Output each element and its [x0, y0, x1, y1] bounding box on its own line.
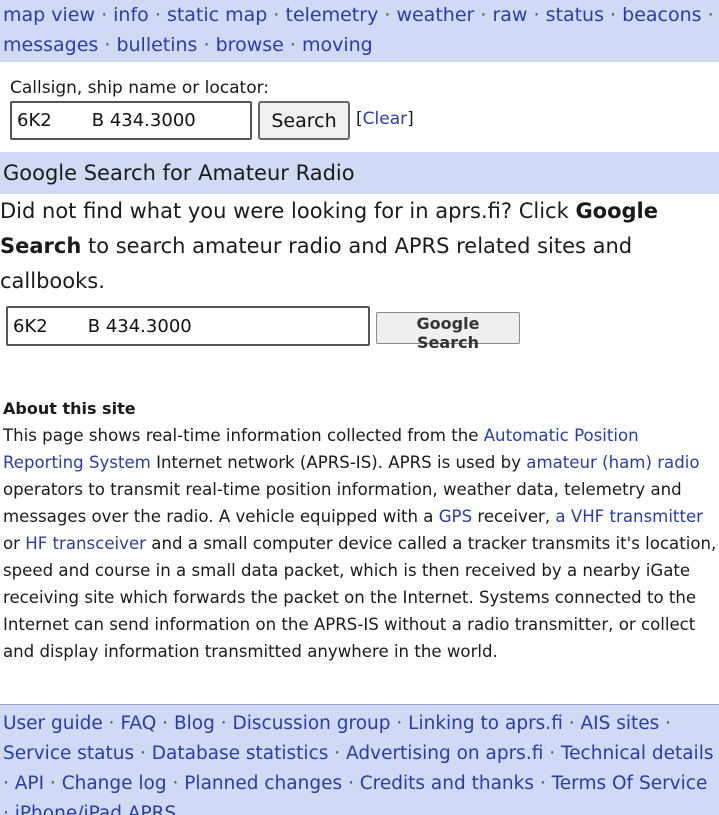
vhf-transmitter-link[interactable]: a VHF transmitter — [555, 507, 703, 526]
footer-database-statistics[interactable]: Database statistics — [152, 743, 329, 764]
nav-info[interactable]: info — [113, 4, 149, 26]
nav-status[interactable]: status — [546, 4, 604, 26]
nav-map-view[interactable]: map view — [3, 4, 95, 26]
amateur-radio-link[interactable]: amateur (ham) radio — [526, 453, 699, 472]
footer-navigation: User guide · FAQ · Blog · Discussion gro… — [0, 704, 719, 815]
footer-technical-details[interactable]: Technical details — [561, 743, 713, 764]
footer-planned-changes[interactable]: Planned changes — [184, 773, 342, 794]
footer-faq[interactable]: FAQ — [120, 713, 156, 734]
nav-weather[interactable]: weather — [396, 4, 474, 26]
footer-advertising[interactable]: Advertising on aprs.fi — [346, 743, 543, 764]
google-search-button[interactable]: Google Search — [376, 312, 520, 352]
nav-raw[interactable]: raw — [492, 4, 527, 26]
footer-change-log[interactable]: Change log — [62, 773, 167, 794]
nav-bulletins[interactable]: bulletins — [116, 34, 197, 56]
gps-link[interactable]: GPS — [439, 507, 472, 526]
about-title: About this site — [3, 399, 136, 418]
footer-blog[interactable]: Blog — [174, 713, 215, 734]
footer-credits[interactable]: Credits and thanks — [360, 773, 534, 794]
footer-discussion-group[interactable]: Discussion group — [233, 713, 391, 734]
nav-moving[interactable]: moving — [302, 34, 373, 56]
nav-telemetry[interactable]: telemetry — [286, 4, 379, 26]
top-navigation: map view · info · static map · telemetry… — [0, 0, 719, 62]
google-search-input[interactable] — [6, 306, 370, 346]
callsign-search-input[interactable] — [10, 101, 252, 140]
google-search-heading: Google Search for Amateur Radio — [0, 152, 719, 194]
footer-ais-sites[interactable]: AIS sites — [581, 713, 660, 734]
footer-iphone-ipad[interactable]: iPhone/iPad APRS — [15, 803, 177, 815]
footer-user-guide[interactable]: User guide — [3, 713, 103, 734]
footer-api[interactable]: API — [15, 773, 44, 794]
about-section: About this site This page shows real-tim… — [3, 396, 717, 665]
search-label: Callsign, ship name or locator: — [10, 78, 270, 98]
hf-transceiver-link[interactable]: HF transceiver — [25, 534, 146, 553]
footer-linking[interactable]: Linking to aprs.fi — [408, 713, 563, 734]
nav-beacons[interactable]: beacons — [622, 4, 701, 26]
clear-link-wrap: [Clear] — [356, 109, 414, 129]
nav-messages[interactable]: messages — [3, 34, 98, 56]
about-text: This page shows real-time information co… — [3, 426, 717, 661]
nav-browse[interactable]: browse — [216, 34, 284, 56]
footer-terms[interactable]: Terms Of Service — [552, 773, 708, 794]
nav-static-map[interactable]: static map — [167, 4, 267, 26]
search-button[interactable]: Search — [258, 101, 350, 140]
clear-link[interactable]: Clear — [363, 109, 407, 129]
google-search-description: Did not find what you were looking for i… — [0, 199, 659, 293]
footer-service-status[interactable]: Service status — [3, 743, 134, 764]
